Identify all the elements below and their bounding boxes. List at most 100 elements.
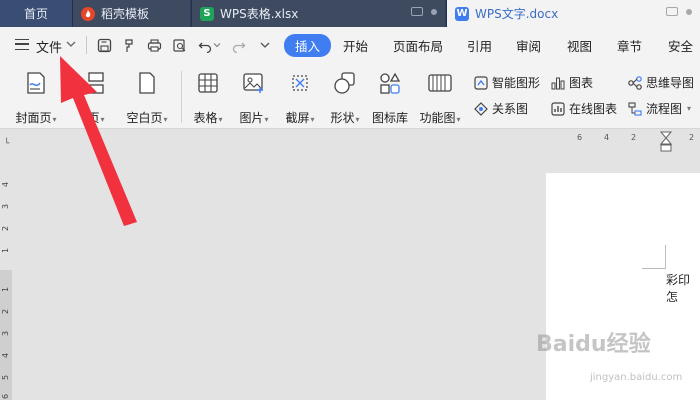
tab-spreadsheet[interactable]: S WPS表格.xlsx [191,0,445,27]
tab-label: WPS文字.docx [475,7,559,21]
shapes-label: 形状▾ [330,111,360,125]
writer-icon: W [455,6,469,21]
ruler-tick-label: 2 [1,308,11,315]
ruler-tick-label: 3 [1,203,11,210]
tab-controls [411,7,437,16]
picture-label: 图片▾ [239,111,269,125]
tab-label: WPS表格.xlsx [220,7,299,21]
divider [181,71,182,123]
ruler-tick-label: 6 [577,133,583,142]
smart-graphic-button[interactable]: 智能图形 [474,74,540,91]
ruler-tick-label: 2 [1,225,11,232]
monitor-icon[interactable] [411,7,423,16]
menu-tab-chapter[interactable]: 章节 [617,36,642,55]
ribbon-toolbar: 封面页▾ 页▾ 空白页▾ 表格▾ 图片▾ 截屏▾ 形状▾ 图标库 功能图▾ 智能… [0,63,700,129]
ruler-tick-label: 1 [1,286,11,293]
online-chart-button[interactable]: 在线图表 [551,100,617,117]
close-dot-icon[interactable] [686,8,692,15]
page-break-icon [88,72,104,94]
tab-writer-doc[interactable]: W WPS文字.docx [446,0,700,27]
ruler-tick-label: 4 [604,133,610,142]
cover-page-label: 封面页▾ [15,111,57,125]
spreadsheet-icon: S [200,6,214,21]
indent-marker-icon[interactable] [660,131,672,153]
chart-button[interactable]: 图表 [551,74,593,91]
baidu-watermark-url: jingyan.baidu.com [590,372,683,383]
picture-button[interactable]: 图片▾ [234,71,274,125]
shapes-button[interactable]: 形状▾ [325,71,365,125]
menu-tab-view[interactable]: 视图 [567,36,592,55]
cover-page-icon [27,72,45,94]
ruler-tick-label: 4 [1,181,11,188]
tab-home[interactable]: 首页 [0,0,72,27]
hamburger-icon[interactable] [15,39,29,50]
relationship-chart-button[interactable]: 关系图 [474,100,528,117]
page-break-button[interactable]: 页▾ [72,71,120,125]
margin-corner-mark [642,268,666,269]
redo-icon[interactable] [229,36,247,54]
screenshot-icon [292,75,308,91]
table-label: 表格▾ [193,111,223,125]
flowchart-button[interactable]: 流程图 ▾ [628,100,691,117]
divider [86,36,87,54]
menu-tab-references[interactable]: 引用 [467,36,492,55]
undo-dropdown-icon[interactable] [212,36,222,54]
mind-map-icon [628,75,642,90]
print-icon[interactable] [145,36,163,54]
icon-library-label: 图标库 [371,111,408,125]
function-chart-icon [428,74,452,92]
online-chart-icon [551,101,565,116]
ruler-tick-label: 6 [1,393,11,400]
tab-daoke-templates[interactable]: 稻壳模板 [72,0,190,27]
file-menu[interactable]: 文件 [36,37,62,56]
close-dot-icon[interactable] [431,8,437,15]
table-button[interactable]: 表格▾ [188,71,228,125]
print-preview-icon[interactable] [170,36,188,54]
chart-icon [551,77,565,89]
save-icon[interactable] [95,36,113,54]
blank-page-icon [139,72,155,94]
baidu-watermark: Baidu经验 [536,332,651,357]
screenshot-button[interactable]: 截屏▾ [280,71,320,125]
smart-graphic-icon [474,75,488,90]
blank-page-button[interactable]: 空白页▾ [122,71,172,125]
ruler-tick-label: 5 [1,374,11,381]
ruler-tick-label: 1 [1,247,11,254]
daoke-flame-icon [81,6,95,21]
ruler-tick-label: 3 [1,330,11,337]
menu-row: 文件 插入 开始 页面布局 引用 审阅 视图 章节 安全 [0,27,700,63]
cover-page-button[interactable]: 封面页▾ [8,71,64,125]
menu-tab-review[interactable]: 审阅 [516,36,541,55]
document-text[interactable]: 彩印怎 [666,271,700,305]
table-icon [198,73,218,93]
left-ruler[interactable]: 4 3 2 1 1 2 3 4 5 6 [0,130,12,400]
document-page[interactable]: 彩印怎 [546,173,700,400]
blank-page-label: 空白页▾ [126,111,168,125]
menu-tab-security[interactable]: 安全 [668,36,693,55]
flowchart-icon [628,101,642,116]
ruler-tick-label: 2 [689,133,695,142]
menu-tab-page-layout[interactable]: 页面布局 [393,36,443,55]
menu-tab-home[interactable]: 开始 [343,36,368,55]
customize-dropdown-icon[interactable] [256,36,274,54]
ruler-tick-label: 4 [1,352,11,359]
shapes-icon [334,72,355,94]
monitor-icon[interactable] [666,7,678,16]
function-chart-label: 功能图▾ [419,111,461,125]
margin-corner-mark [665,245,666,269]
relationship-chart-icon [474,101,488,116]
ruler-tick-label: 2 [631,133,637,142]
tab-controls [666,7,692,16]
screenshot-label: 截屏▾ [285,111,315,125]
tab-label: 首页 [23,7,48,21]
picture-icon [243,73,263,93]
chevron-down-icon[interactable] [66,37,76,51]
mind-map-button[interactable]: 思维导图 [628,74,694,91]
tab-bar: 首页 稻壳模板 S WPS表格.xlsx W WPS文字.docx [0,0,700,27]
icon-library-button[interactable]: 图标库 [369,71,411,125]
menu-tab-insert[interactable]: 插入 [284,34,332,57]
format-painter-icon[interactable] [120,36,138,54]
page-break-label: 页▾ [87,111,105,125]
function-chart-button[interactable]: 功能图▾ [416,71,464,125]
icon-library-icon [380,72,401,94]
